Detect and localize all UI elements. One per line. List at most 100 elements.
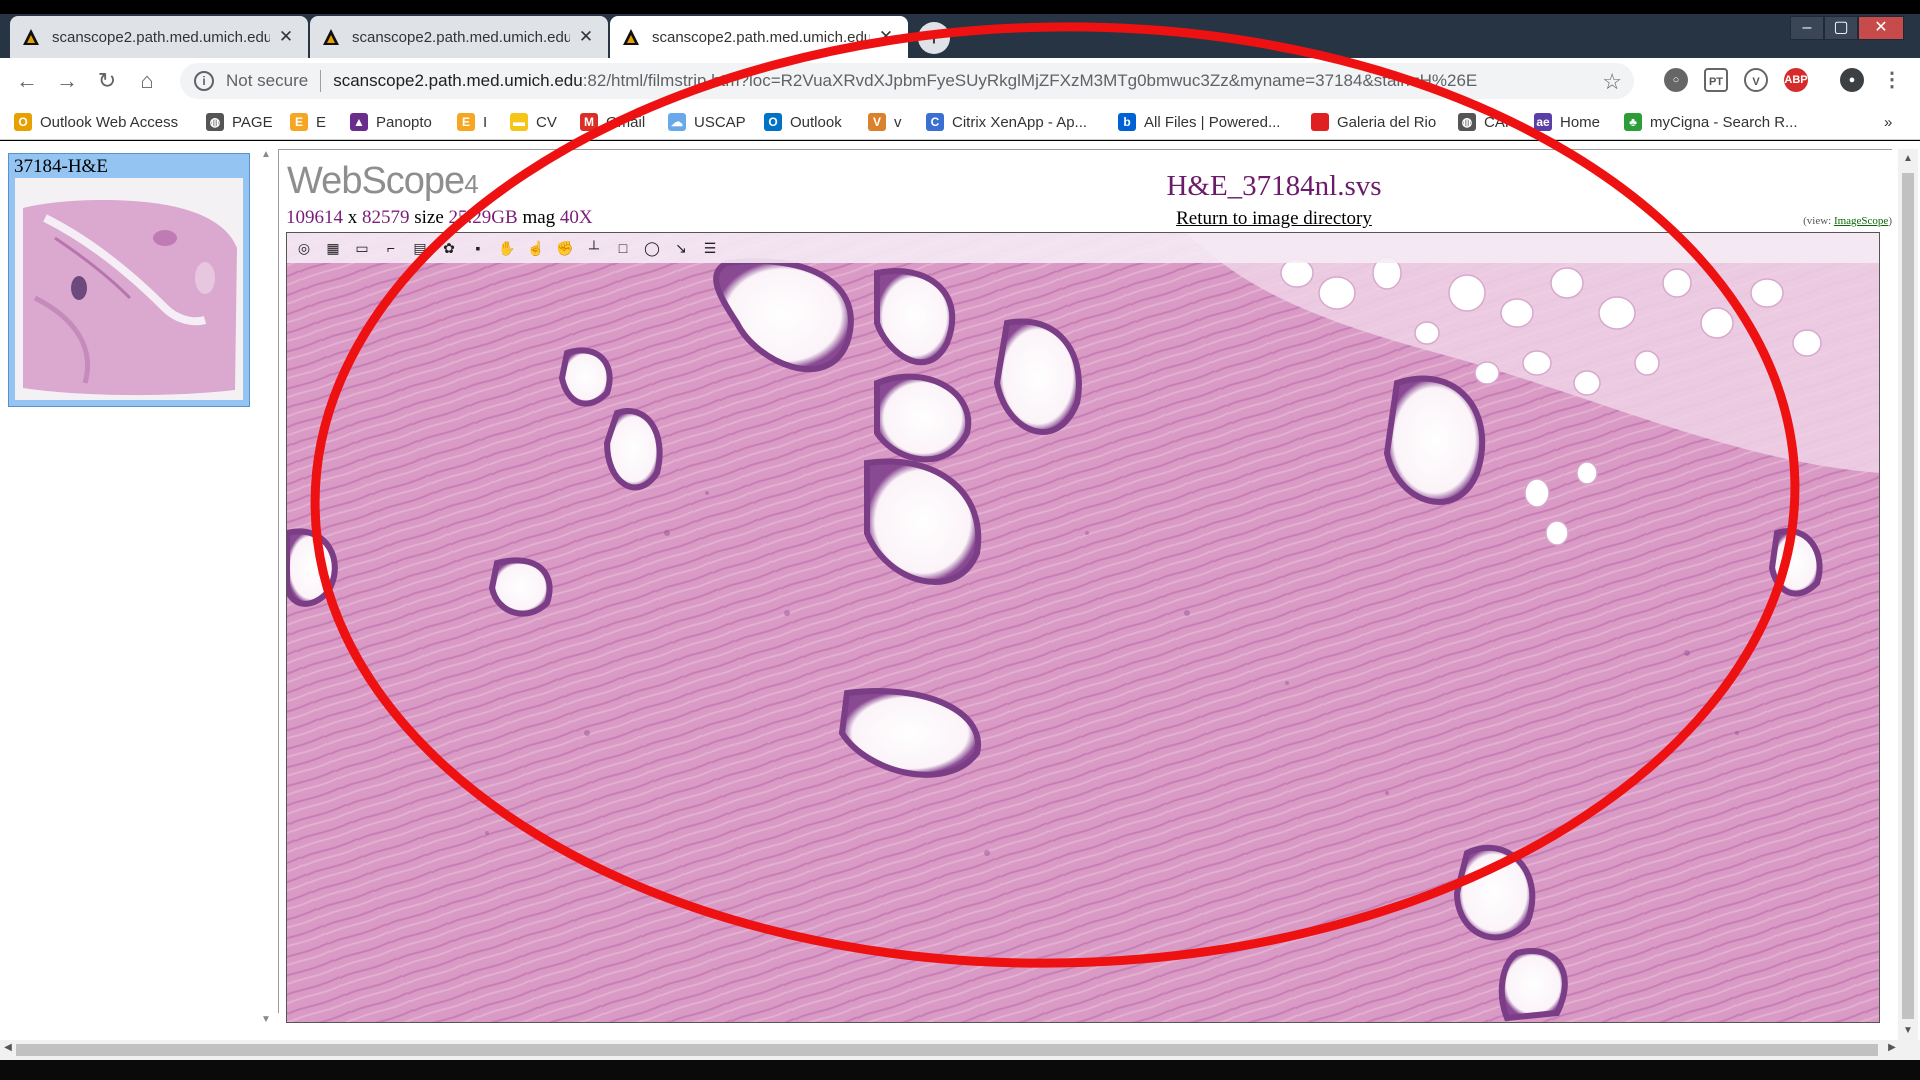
bookmark-item[interactable]: ▬ CV [510,110,557,134]
ruler-icon[interactable]: ▭ [349,236,375,260]
scroll-up-icon[interactable]: ▲ [258,149,274,160]
address-bar[interactable]: i Not secure scanscope2.path.med.umich.e… [180,63,1634,99]
title-bar [0,0,1920,14]
url-host: scanscope2.path.med.umich.edu [333,71,583,90]
page-vertical-scrollbar[interactable]: ▲ ▼ [1898,149,1918,1040]
bookmark-label: Outlook Web Access [40,113,179,131]
slide-thumbnail-card[interactable]: 37184-H&E [8,153,250,407]
annotation-list-icon[interactable]: ☰ [697,236,723,260]
scrollbar-thumb[interactable] [1902,173,1914,1019]
view-suffix: ) [1888,215,1892,227]
more-bookmarks-chevron-icon[interactable]: » [1884,110,1892,134]
security-status[interactable]: Not secure [226,71,308,91]
histology-image[interactable] [287,233,1880,1023]
scroll-down-icon[interactable]: ▼ [258,1014,274,1025]
window-close-button[interactable]: ✕ [1858,16,1904,40]
extension-pt-icon[interactable]: PT [1704,68,1728,92]
browser-tab-1[interactable]: scanscope2.path.med.umich.edu ✕ [10,16,308,58]
filmstrip-scrollbar[interactable]: ▲ ▼ [258,149,274,1025]
bookmark-label: CAP [1484,113,1515,131]
profile-avatar-icon[interactable]: ● [1840,68,1864,92]
scrollbar-thumb[interactable] [16,1044,1878,1056]
extension-circle-icon[interactable]: ○ [1664,68,1688,92]
minimize-button[interactable]: – [1790,16,1824,40]
bookmark-item[interactable]: O Outlook Web Access [14,110,178,134]
taskbar-strip [0,1060,1920,1080]
back-arrow-icon[interactable]: ← [12,66,42,96]
bookmark-item[interactable]: Galeria del Rio [1311,110,1436,134]
browser-toolbar: ← → ↻ ⌂ i Not secure scanscope2.path.med… [0,58,1920,104]
bookmark-item[interactable]: EI [457,110,487,134]
v-icon: V [868,113,886,131]
imagescope-link[interactable]: ImageScope [1834,215,1888,227]
browser-tab-2[interactable]: scanscope2.path.med.umich.edu ✕ [310,16,608,58]
new-tab-button[interactable]: + [918,22,950,54]
browser-tab-3-active[interactable]: scanscope2.path.med.umich.edu ✕ [610,16,908,58]
scroll-up-icon[interactable]: ▲ [1898,153,1918,164]
draw-tool-icon[interactable]: ⌐ [378,236,404,260]
zoom-hand-icon[interactable]: ✊ [552,236,578,260]
outlook-icon: O [764,113,782,131]
divider [320,70,322,92]
pan-hand-icon[interactable]: ✋ [494,236,520,260]
bookmark-item[interactable]: ae Home [1534,110,1600,134]
bookmark-label: Galeria del Rio [1337,113,1437,131]
scroll-down-icon[interactable]: ▼ [1898,1025,1918,1036]
e-letter-icon: E [457,113,475,131]
tab-close-icon[interactable]: ✕ [276,27,296,47]
bookmark-label: Panopto [376,113,432,131]
bookmark-item[interactable]: ◍ CAP [1458,110,1515,134]
save-icon[interactable]: ▪ [465,236,491,260]
page-horizontal-scrollbar[interactable]: ◀ ▶ [0,1040,1920,1060]
navigate-icon[interactable]: ◎ [291,236,317,260]
bookmark-label: CV [536,113,557,131]
bookmark-item[interactable]: ▲ Panopto [350,110,432,134]
ellipse-icon[interactable]: ◯ [639,236,665,260]
adblock-icon[interactable]: ABP [1784,68,1808,92]
bookmark-item[interactable]: ♣ myCigna - Search R... [1624,110,1798,134]
bookmark-item[interactable]: ◍ PAGE [206,110,273,134]
reload-icon[interactable]: ↻ [92,66,122,96]
slide-viewport[interactable]: ◎ ▦ ▭ ⌐ ▤ ✿ ▪ ✋ ☝ ✊ ┴ □ ◯ ↘ ☰ [286,232,1880,1023]
tab-close-icon[interactable]: ✕ [876,27,896,47]
home-icon[interactable]: ⌂ [132,66,162,96]
thumbnail-icon[interactable]: ▦ [320,236,346,260]
webscope-favicon-icon [322,28,340,46]
bookmark-item[interactable]: Vv [868,110,902,134]
viewer-toolbar: ◎ ▦ ▭ ⌐ ▤ ✿ ▪ ✋ ☝ ✊ ┴ □ ◯ ↘ ☰ [287,233,1879,263]
bookmark-star-icon[interactable]: ☆ [1602,69,1622,95]
tab-title: scanscope2.path.med.umich.edu [652,28,870,46]
tab-close-icon[interactable]: ✕ [576,27,596,47]
rectangle-icon[interactable]: □ [610,236,636,260]
bookmark-item[interactable]: C Citrix XenApp - Ap... [926,110,1087,134]
bookmark-item[interactable]: O Outlook [764,110,842,134]
tab-strip: scanscope2.path.med.umich.edu ✕ scanscop… [0,0,1920,60]
region-icon[interactable]: ▤ [407,236,433,260]
return-to-directory-link[interactable]: Return to image directory [1079,208,1469,230]
scroll-left-icon[interactable]: ◀ [0,1042,16,1053]
measure-icon[interactable]: ┴ [581,236,607,260]
info-icon[interactable]: i [194,71,214,91]
citrix-icon: C [926,113,944,131]
forward-arrow-icon[interactable]: → [52,66,82,96]
arrow-icon[interactable]: ↘ [668,236,694,260]
square-red-icon [1311,113,1329,131]
webscope-favicon-icon [22,28,40,46]
panopto-icon: ▲ [350,113,368,131]
bookmark-item[interactable]: M Gmail [580,110,645,134]
scroll-right-icon[interactable]: ▶ [1884,1042,1900,1053]
menu-kebab-icon[interactable]: ⋮ [1880,68,1904,92]
color-palette-icon[interactable]: ✿ [436,236,462,260]
slide-thumbnail-image[interactable] [15,178,243,400]
bookmark-item[interactable]: ☁ USCAP [668,110,746,134]
image-dimensions: 109614 x 82579 size 25.29GB mag 40X [286,207,593,229]
bookmark-label: I [483,113,488,131]
pointer-icon[interactable]: ☝ [523,236,549,260]
extension-v-icon[interactable]: V [1744,68,1768,92]
maximize-button[interactable]: ▢ [1824,16,1858,40]
bookmark-item[interactable]: b All Files | Powered... [1118,110,1280,134]
size-label: size [414,207,444,228]
globe-icon: ◍ [1458,113,1476,131]
bookmark-item[interactable]: EE [290,110,326,134]
bookmark-label: USCAP [694,113,746,131]
